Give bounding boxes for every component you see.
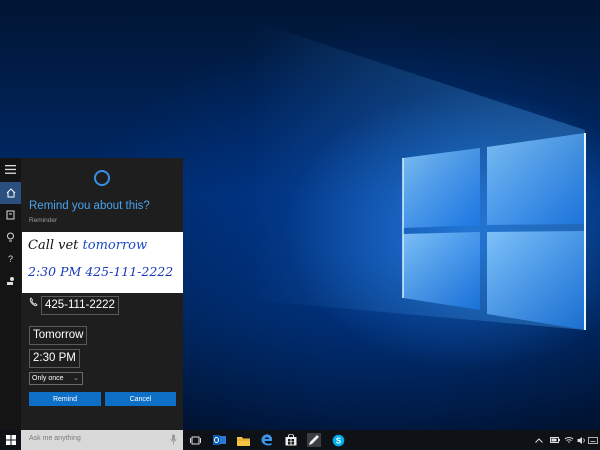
skype-icon[interactable]: S — [331, 433, 345, 447]
notebook-icon[interactable] — [0, 204, 21, 226]
microphone-icon[interactable] — [170, 434, 177, 445]
phone-number-field[interactable]: 425-111-2222 — [41, 296, 119, 315]
ink-text-part1: Call vet — [28, 238, 83, 253]
day-field[interactable]: Tomorrow — [29, 326, 88, 345]
store-icon[interactable] — [284, 433, 298, 447]
task-view-icon[interactable] — [188, 433, 202, 447]
home-icon[interactable] — [0, 182, 21, 204]
start-button[interactable] — [0, 430, 21, 450]
ink-text-line2: 2:30 PM 425-111-2222 — [28, 264, 174, 279]
battery-icon[interactable] — [549, 434, 560, 446]
feedback-icon[interactable] — [0, 270, 21, 292]
file-explorer-icon[interactable] — [236, 433, 250, 447]
keyboard-icon[interactable] — [588, 434, 598, 446]
cancel-button[interactable]: Cancel — [105, 392, 176, 406]
windows-start-icon — [5, 435, 16, 445]
search-placeholder: Ask me anything — [29, 435, 81, 442]
phone-icon — [29, 297, 38, 307]
help-icon[interactable]: ? — [0, 248, 21, 270]
wifi-icon[interactable] — [563, 434, 574, 446]
cortana-reminder-panel: ? Remind you about this? Reminder Call v… — [0, 158, 183, 430]
taskbar: Ask me anything S — [0, 430, 600, 450]
handwritten-note: Call vet tomorrow 2:30 PM 425-111-2222 — [22, 232, 183, 293]
cortana-circle-icon — [94, 170, 110, 186]
reminder-label: Reminder — [29, 217, 58, 224]
svg-text:S: S — [335, 436, 341, 445]
chevron-down-icon: ⌄ — [73, 375, 79, 382]
repeat-value: Only once — [32, 375, 64, 382]
lightbulb-icon[interactable] — [0, 226, 21, 248]
reminder-prompt: Remind you about this? — [29, 200, 150, 212]
ink-text-part2: tomorrow — [82, 238, 148, 253]
ink-workspace-icon[interactable] — [307, 433, 321, 447]
time-field[interactable]: 2:30 PM — [29, 349, 80, 368]
remind-button[interactable]: Remind — [29, 392, 101, 406]
repeat-dropdown[interactable]: Only once ⌄ — [29, 372, 83, 385]
hamburger-menu-icon[interactable] — [0, 158, 21, 180]
volume-icon[interactable] — [576, 434, 587, 446]
chevron-up-icon[interactable] — [534, 434, 544, 446]
outlook-icon[interactable] — [212, 433, 226, 447]
edge-icon[interactable] — [260, 433, 274, 447]
cortana-nav-rail: ? — [0, 158, 21, 430]
taskbar-search-box[interactable]: Ask me anything — [21, 430, 183, 450]
